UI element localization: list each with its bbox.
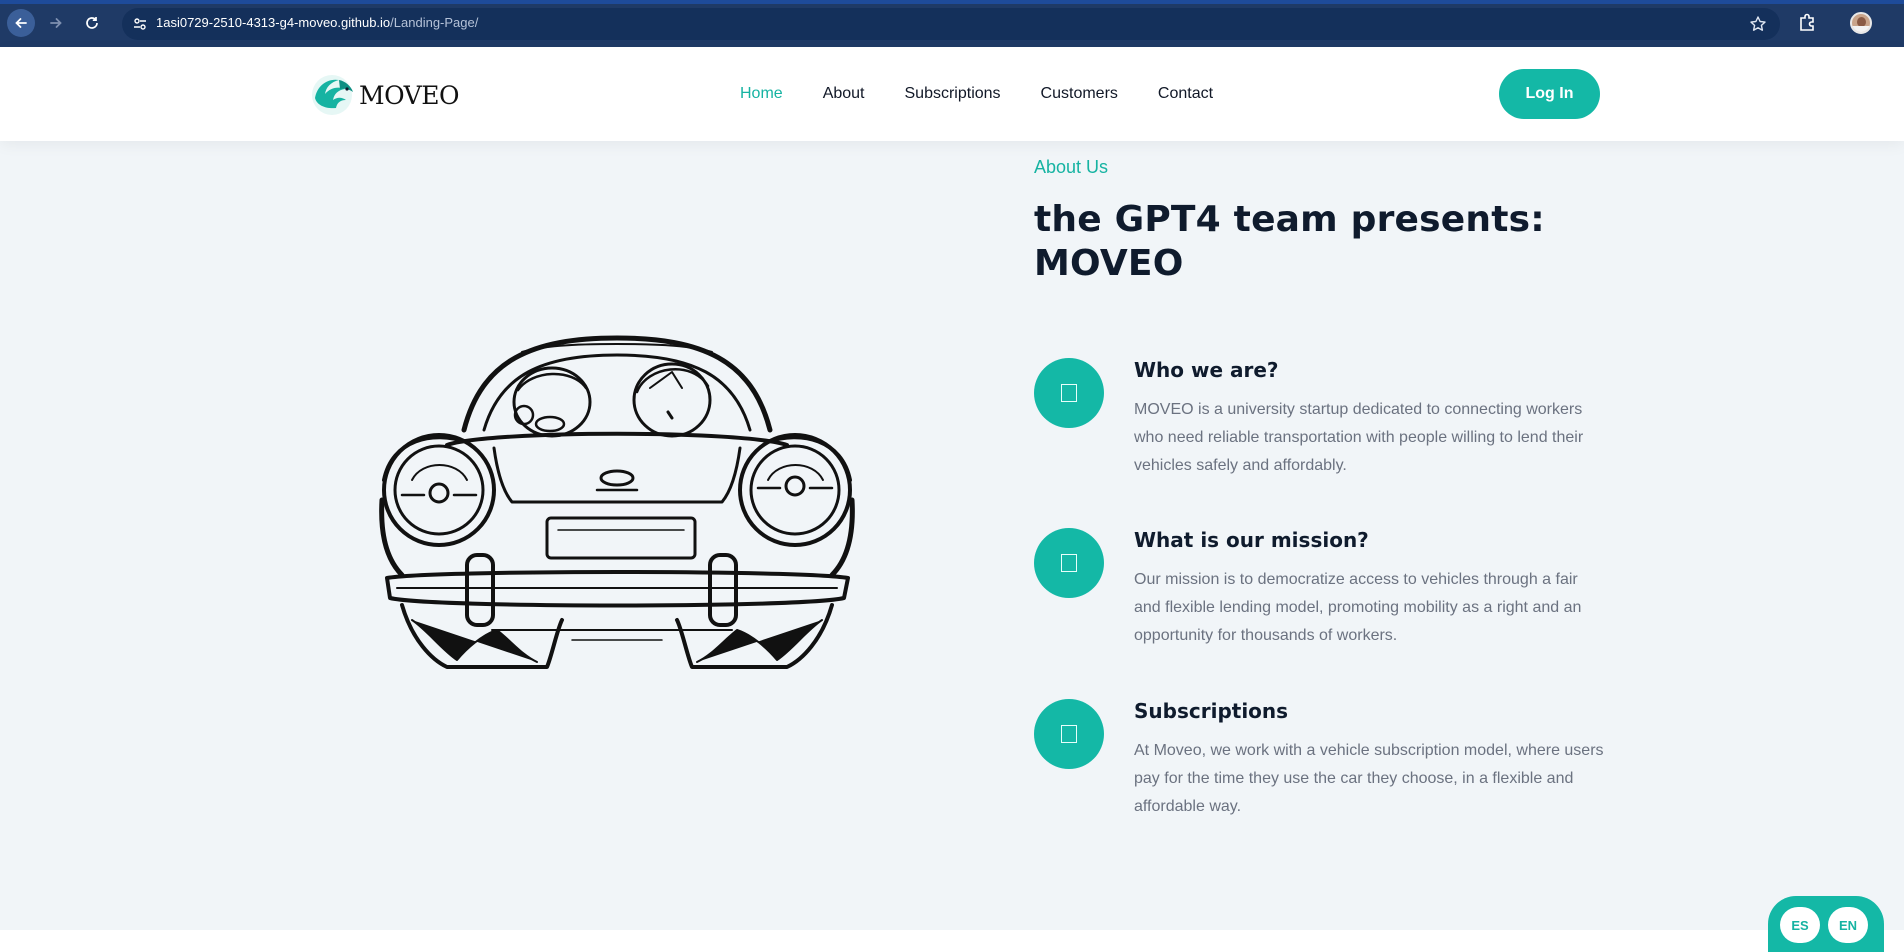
nav-contact-link[interactable]: Contact [1158, 85, 1213, 103]
headline-line-1: the GPT4 team presents: [1034, 199, 1545, 240]
browser-top-strip [0, 0, 1904, 4]
extensions-icon[interactable] [1796, 12, 1818, 34]
feature-body: MOVEO is a university startup dedicated … [1134, 401, 1584, 474]
about-eyebrow: About Us [1034, 157, 1109, 177]
forward-arrow-icon [50, 18, 62, 28]
forward-button[interactable] [42, 9, 70, 37]
nav-home-link[interactable]: Home [740, 85, 783, 103]
car-illustration [379, 335, 855, 669]
language-es-button[interactable]: ES [1780, 907, 1820, 943]
feature-title: Subscriptions [1134, 699, 1289, 723]
nav-about-link[interactable]: About [823, 85, 865, 103]
reload-icon [86, 17, 98, 29]
language-en-button[interactable]: EN [1828, 907, 1868, 943]
next-section-edge [0, 930, 1904, 952]
avatar-shirt [1852, 26, 1870, 32]
profile-avatar[interactable] [1850, 12, 1872, 34]
feature-title: Who we are? [1134, 358, 1279, 382]
back-button[interactable] [7, 9, 35, 37]
feature-body: Our mission is to democratize access to … [1134, 571, 1582, 644]
url-host: 1asi0729-2510-4313-g4-moveo.github.io [156, 15, 391, 30]
nav-customers-link[interactable]: Customers [1041, 85, 1118, 103]
main-nav: Home About Subscriptions Customers Conta… [740, 85, 1253, 103]
address-bar[interactable]: 1asi0729-2510-4313-g4-moveo.github.io/La… [122, 8, 1780, 40]
language-switcher: ES EN [1768, 896, 1884, 952]
bookmark-star-icon[interactable] [1748, 14, 1768, 34]
url-text: 1asi0729-2510-4313-g4-moveo.github.io/La… [156, 15, 478, 30]
about-headline: the GPT4 team presents: MOVEO [1034, 198, 1554, 286]
login-button[interactable]: Log In [1499, 69, 1600, 119]
missing-glyph-icon [1061, 725, 1077, 743]
feature-icon [1034, 528, 1104, 598]
nav-subscriptions-link[interactable]: Subscriptions [905, 85, 1001, 103]
reload-button[interactable] [78, 9, 106, 37]
feature-body: At Moveo, we work with a vehicle subscri… [1134, 742, 1604, 815]
missing-glyph-icon [1061, 554, 1077, 572]
headline-line-2: MOVEO [1034, 243, 1184, 284]
feature-icon [1034, 699, 1104, 769]
feature-icon [1034, 358, 1104, 428]
browser-chrome: 1asi0729-2510-4313-g4-moveo.github.io/La… [0, 0, 1904, 47]
url-path: /Landing-Page/ [390, 15, 479, 30]
logo-text: MOVEO [359, 80, 459, 110]
feature-title: What is our mission? [1134, 528, 1369, 552]
logo-wave-icon [312, 75, 353, 115]
site-logo[interactable]: MOVEO [309, 72, 459, 118]
site-settings-icon[interactable] [130, 14, 150, 34]
back-arrow-icon [15, 18, 27, 28]
missing-glyph-icon [1061, 384, 1077, 402]
site-header: MOVEO Home About Subscriptions Customers… [0, 47, 1904, 141]
